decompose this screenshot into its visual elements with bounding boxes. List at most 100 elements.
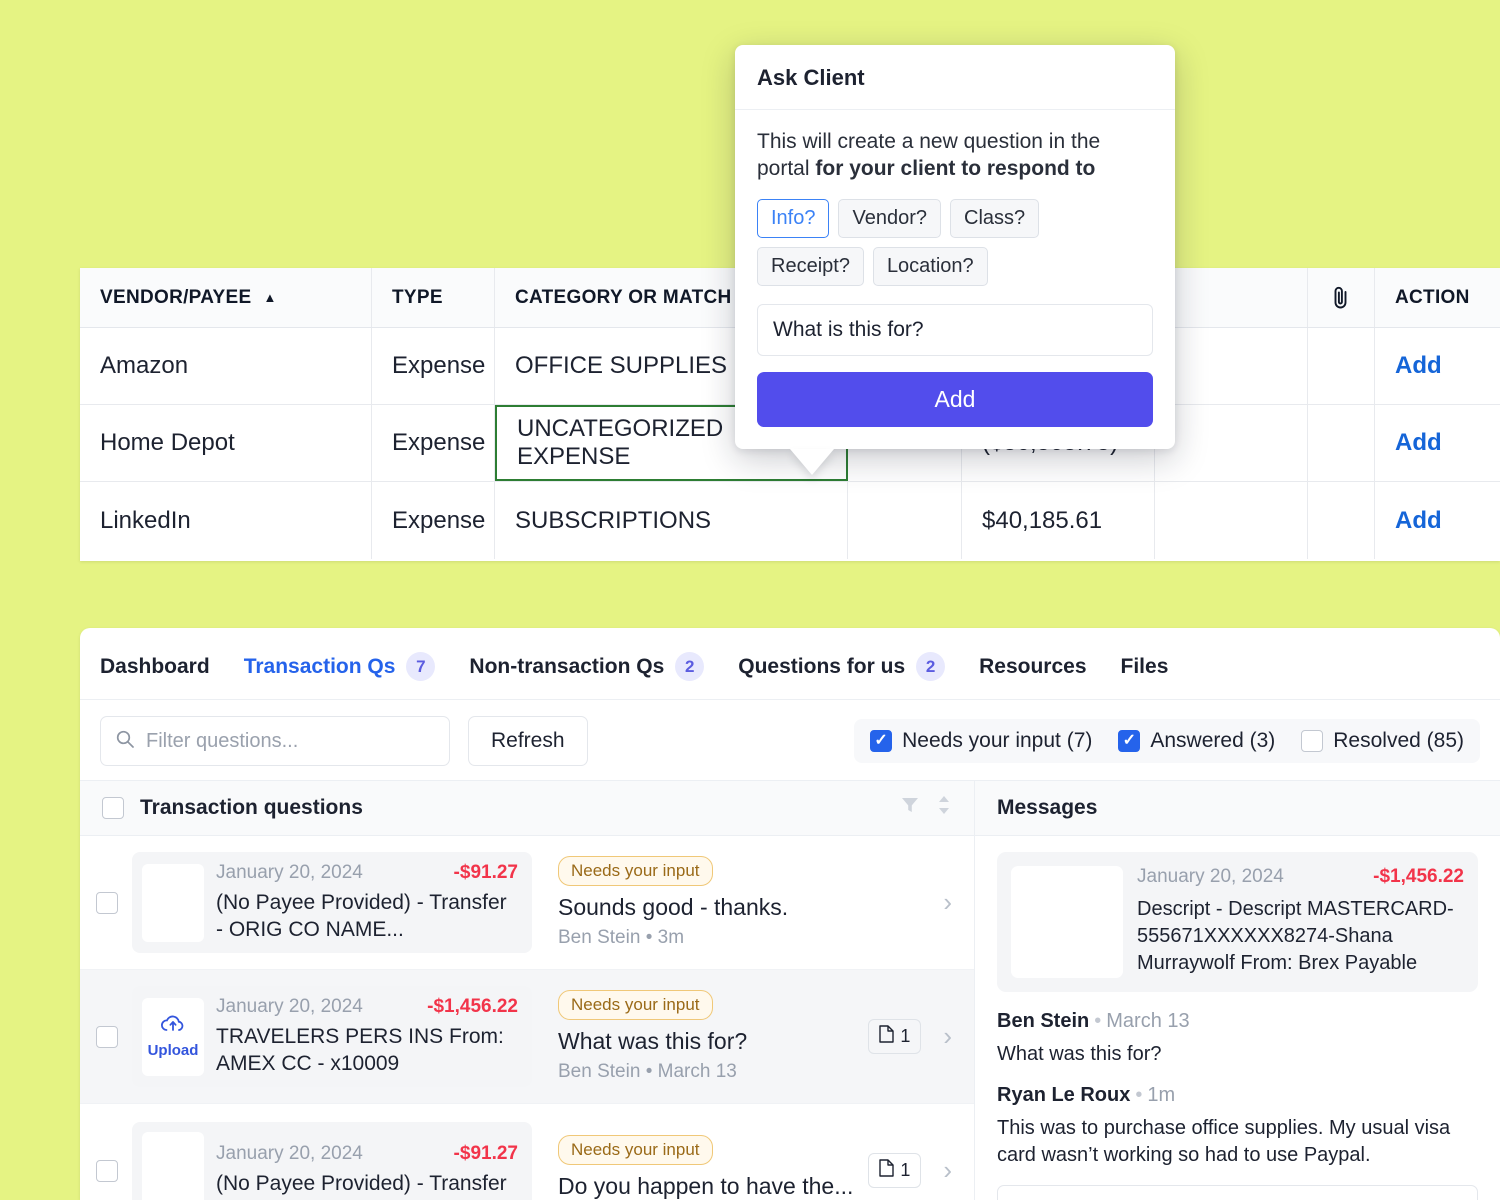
checkbox-resolved[interactable] [1301,730,1323,752]
tab-questions-for-us[interactable]: Questions for us 2 [738,652,945,681]
filter-resolved-label: Resolved (85) [1333,729,1464,753]
cell-type: Expense [372,328,495,404]
messages-body: January 20, 2024 -$1,456.22 Descript - D… [975,836,1500,1200]
transaction-summary: January 20, 2024 -$91.27 (No Payee Provi… [132,1122,532,1200]
receipt-thumbnail [142,1132,204,1200]
document-count: 1 [900,1160,910,1181]
ask-client-popover: Ask Client This will create a new questi… [735,45,1175,449]
popover-description: This will create a new question in the p… [757,128,1153,183]
tab-dashboard[interactable]: Dashboard [100,655,210,679]
tab-non-transaction-qs-badge: 2 [675,652,704,681]
list-item[interactable]: January 20, 2024 -$91.27 (No Payee Provi… [80,1104,974,1200]
author-dot-separator: • [1094,1010,1101,1032]
transaction-description: (No Payee Provided) - Transfer [216,1171,518,1197]
sort-updown-icon[interactable] [936,794,952,822]
cell-attachment[interactable] [1308,482,1375,559]
receipt-thumbnail [1011,866,1123,978]
question-text: Sounds good - thanks. [558,894,921,921]
filter-needs-your-input[interactable]: Needs your input (7) [870,729,1092,753]
question-author-name: Ben Stein [558,927,640,948]
column-header-action: ACTION [1375,268,1500,327]
filter-answered-label: Answered (3) [1150,729,1275,753]
message-transaction-amount: -$1,456.22 [1373,866,1464,888]
column-header-blank2 [1155,268,1308,327]
thread-author-name: Ben Stein [997,1010,1089,1032]
list-header: Transaction questions [80,780,974,836]
tab-transaction-qs[interactable]: Transaction Qs 7 [244,652,436,681]
document-icon [879,1025,894,1048]
column-header-type[interactable]: TYPE [372,268,495,327]
chevron-right-icon[interactable]: › [943,887,952,918]
add-link[interactable]: Add [1375,328,1500,404]
transaction-amount: -$1,456.22 [427,996,518,1018]
status-badge: Needs your input [558,990,713,1020]
filter-resolved[interactable]: Resolved (85) [1301,729,1464,753]
panel-tabs: Dashboard Transaction Qs 7 Non-transacti… [80,628,1500,700]
question-summary: Needs your input Sounds good - thanks. B… [546,856,921,949]
author-dot-separator: • [646,1061,658,1082]
upload-label: Upload [148,1042,199,1059]
chevron-right-icon[interactable]: › [943,1021,952,1052]
answer-input[interactable]: Answer here... [997,1185,1478,1200]
checkbox-needs-your-input[interactable] [870,730,892,752]
tab-resources[interactable]: Resources [979,655,1086,679]
chip-location[interactable]: Location? [873,247,988,286]
cell-received: $40,185.61 [962,482,1155,559]
popover-add-button[interactable]: Add [757,372,1153,427]
column-header-vendor[interactable]: VENDOR/PAYEE ▲ [80,268,372,327]
list-item[interactable]: Upload January 20, 2024 -$1,456.22 TRAVE… [80,970,974,1104]
document-count-badge[interactable]: 1 [868,1019,921,1054]
table-row[interactable]: LinkedIn Expense SUBSCRIPTIONS $40,185.6… [80,482,1500,559]
screen-root: VENDOR/PAYEE ▲ TYPE CATEGORY OR MATCH RE… [0,0,1500,1200]
question-summary: Needs your input What was this for? Ben … [546,990,854,1083]
thread-author-line: Ben Stein•March 13 [997,1010,1478,1033]
list-item[interactable]: January 20, 2024 -$91.27 (No Payee Provi… [80,836,974,970]
refresh-button[interactable]: Refresh [468,716,588,766]
transaction-meta-top: January 20, 2024 -$91.27 [216,1143,518,1165]
tab-questions-for-us-badge: 2 [916,652,945,681]
filter-answered[interactable]: Answered (3) [1118,729,1275,753]
chip-vendor[interactable]: Vendor? [838,199,941,238]
receipt-thumbnail [142,864,204,942]
tab-files[interactable]: Files [1121,655,1169,679]
chevron-right-icon[interactable]: › [943,1155,952,1186]
question-input[interactable] [757,304,1153,356]
cell-category[interactable]: SUBSCRIPTIONS [495,482,848,559]
chip-info[interactable]: Info? [757,199,829,238]
question-summary: Needs your input Do you happen to have t… [546,1135,854,1200]
search-input[interactable] [146,730,435,753]
search-box[interactable] [100,716,450,766]
thread-author-line: Ryan Le Roux•1m [997,1084,1478,1107]
column-header-attachment[interactable] [1308,268,1375,327]
checkbox-answered[interactable] [1118,730,1140,752]
popover-description-bold: for your client to respond to [815,157,1095,180]
checkbox-question-row[interactable] [96,892,118,914]
checkbox-select-all[interactable] [102,797,124,819]
messages-header: Messages [975,780,1500,836]
checkbox-question-row[interactable] [96,1160,118,1182]
tab-files-label: Files [1121,655,1169,679]
transaction-date: January 20, 2024 [216,1143,363,1165]
cell-attachment[interactable] [1308,328,1375,404]
thread-author-name: Ryan Le Roux [997,1084,1130,1106]
cell-blank2 [1155,482,1308,559]
tab-questions-for-us-label: Questions for us [738,655,905,679]
document-count-badge[interactable]: 1 [868,1153,921,1188]
cell-attachment[interactable] [1308,405,1375,481]
filter-funnel-icon[interactable] [900,795,920,821]
status-badge: Needs your input [558,1135,713,1165]
thread-message-text: What was this for? [997,1041,1478,1068]
add-link[interactable]: Add [1375,405,1500,481]
chip-class[interactable]: Class? [950,199,1039,238]
sort-ascending-icon[interactable]: ▲ [263,291,276,304]
transaction-meta: January 20, 2024 -$91.27 (No Payee Provi… [216,862,518,943]
thread-message-text: This was to purchase office supplies. My… [997,1115,1478,1169]
cell-blank2 [1155,328,1308,404]
thread-time: March 13 [1106,1010,1189,1032]
tab-non-transaction-qs[interactable]: Non-transaction Qs 2 [469,652,704,681]
transaction-meta: January 20, 2024 -$1,456.22 TRAVELERS PE… [216,996,518,1077]
upload-receipt-button[interactable]: Upload [142,998,204,1076]
checkbox-question-row[interactable] [96,1026,118,1048]
chip-receipt[interactable]: Receipt? [757,247,864,286]
add-link[interactable]: Add [1375,482,1500,559]
